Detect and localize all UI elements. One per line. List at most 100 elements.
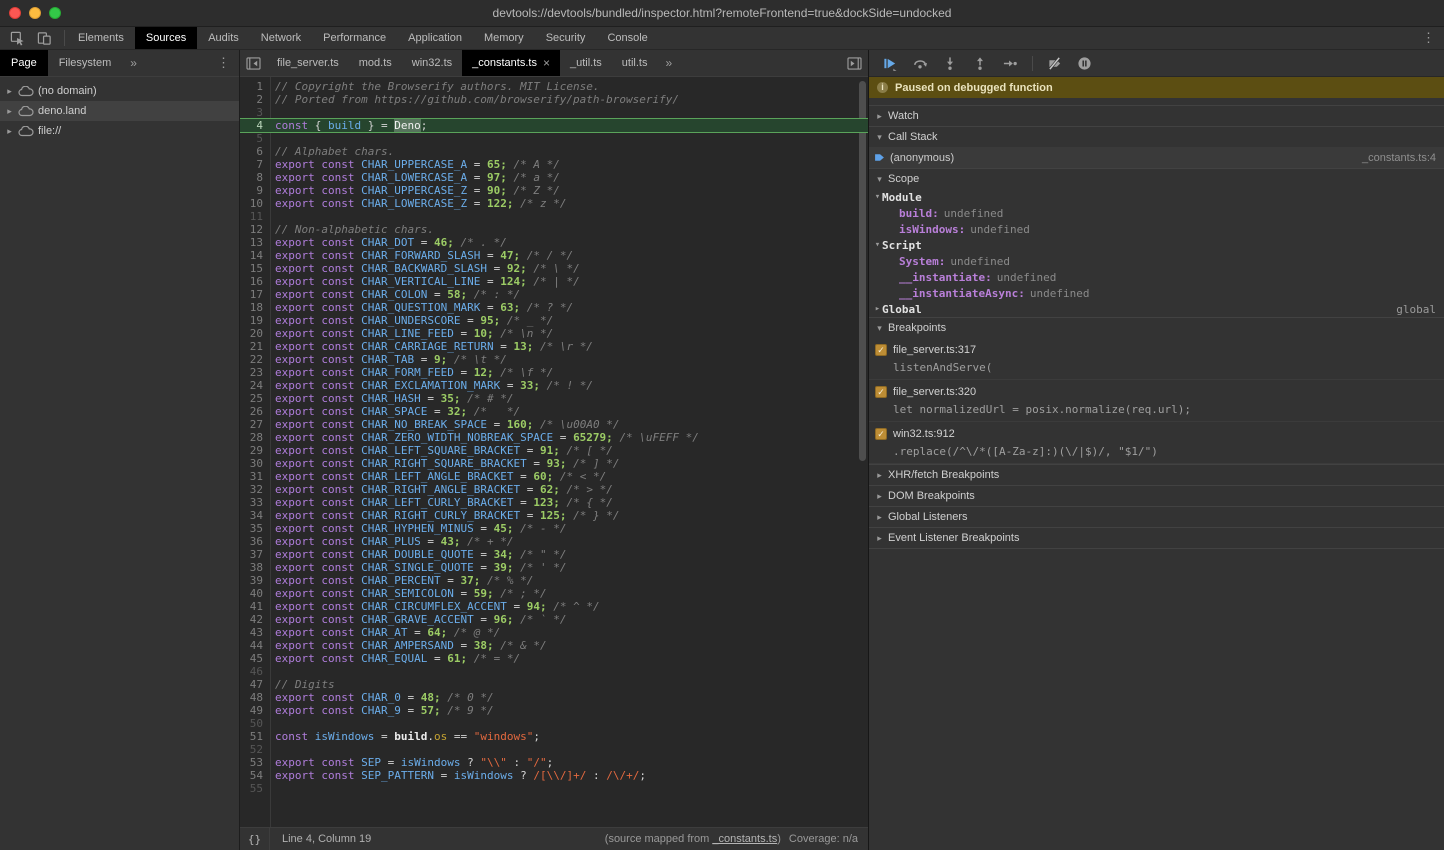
- callstack-frame[interactable]: (anonymous)_constants.ts:4: [869, 147, 1444, 168]
- code-editor[interactable]: 1// Copyright the Browserify authors. MI…: [240, 77, 868, 827]
- line-number[interactable]: 46: [240, 665, 270, 678]
- scope-var-iswindows[interactable]: isWindows:undefined: [869, 221, 1444, 237]
- file-tab-util-ts[interactable]: _util.ts: [560, 50, 612, 76]
- line-number[interactable]: 41: [240, 600, 270, 613]
- section-header-event-listener-breakpoints[interactable]: ▸Event Listener Breakpoints: [869, 527, 1444, 548]
- device-toolbar-icon[interactable]: [37, 31, 52, 46]
- more-options-icon[interactable]: ⋮: [1413, 27, 1444, 49]
- line-number[interactable]: 7: [240, 158, 270, 171]
- close-window-button[interactable]: [9, 7, 21, 19]
- line-number[interactable]: 12: [240, 223, 270, 236]
- code-line-14[interactable]: 14export const CHAR_FORWARD_SLASH = 47; …: [240, 249, 868, 262]
- line-number[interactable]: 18: [240, 301, 270, 314]
- code-line-23[interactable]: 23export const CHAR_FORM_FEED = 12; /* \…: [240, 366, 868, 379]
- code-line-44[interactable]: 44export const CHAR_AMPERSAND = 38; /* &…: [240, 639, 868, 652]
- code-line-54[interactable]: 54export const SEP_PATTERN = isWindows ?…: [240, 769, 868, 782]
- tab-network[interactable]: Network: [250, 27, 312, 49]
- line-number[interactable]: 47: [240, 678, 270, 691]
- code-line-42[interactable]: 42export const CHAR_GRAVE_ACCENT = 96; /…: [240, 613, 868, 626]
- line-number[interactable]: 28: [240, 431, 270, 444]
- line-number[interactable]: 31: [240, 470, 270, 483]
- tab-memory[interactable]: Memory: [473, 27, 535, 49]
- line-number[interactable]: 1: [240, 80, 270, 93]
- pretty-print-icon[interactable]: {}: [240, 828, 270, 850]
- code-line-39[interactable]: 39export const CHAR_PERCENT = 37; /* % *…: [240, 574, 868, 587]
- line-number[interactable]: 45: [240, 652, 270, 665]
- line-number[interactable]: 11: [240, 210, 270, 223]
- line-number[interactable]: 25: [240, 392, 270, 405]
- resume-icon[interactable]: [882, 56, 898, 71]
- code-line-41[interactable]: 41export const CHAR_CIRCUMFLEX_ACCENT = …: [240, 600, 868, 613]
- show-debugger-sidebar-icon[interactable]: [841, 50, 868, 76]
- code-line-17[interactable]: 17export const CHAR_COLON = 58; /* : */: [240, 288, 868, 301]
- tree-item-file[interactable]: ▸file://: [0, 121, 239, 141]
- code-line-46[interactable]: 46: [240, 665, 868, 678]
- line-number[interactable]: 42: [240, 613, 270, 626]
- code-line-2[interactable]: 2// Ported from https://github.com/brows…: [240, 93, 868, 106]
- navigator-tab-filesystem[interactable]: Filesystem: [48, 50, 123, 76]
- line-number[interactable]: 43: [240, 626, 270, 639]
- line-number[interactable]: 52: [240, 743, 270, 756]
- code-line-35[interactable]: 35export const CHAR_HYPHEN_MINUS = 45; /…: [240, 522, 868, 535]
- code-line-25[interactable]: 25export const CHAR_HASH = 35; /* # */: [240, 392, 868, 405]
- line-number[interactable]: 34: [240, 509, 270, 522]
- line-number[interactable]: 44: [240, 639, 270, 652]
- code-line-20[interactable]: 20export const CHAR_LINE_FEED = 10; /* \…: [240, 327, 868, 340]
- line-number[interactable]: 3: [240, 106, 270, 119]
- code-line-30[interactable]: 30export const CHAR_RIGHT_SQUARE_BRACKET…: [240, 457, 868, 470]
- scope-module[interactable]: ▾Module: [869, 189, 1444, 205]
- line-number[interactable]: 51: [240, 730, 270, 743]
- section-header-breakpoints[interactable]: ▾Breakpoints: [869, 317, 1444, 338]
- scope-var-instantiate[interactable]: __instantiate:undefined: [869, 269, 1444, 285]
- code-line-52[interactable]: 52: [240, 743, 868, 756]
- code-line-26[interactable]: 26export const CHAR_SPACE = 32; /* */: [240, 405, 868, 418]
- scope-var-build[interactable]: build:undefined: [869, 205, 1444, 221]
- step-icon[interactable]: [1002, 56, 1018, 71]
- code-line-31[interactable]: 31export const CHAR_LEFT_ANGLE_BRACKET =…: [240, 470, 868, 483]
- line-number[interactable]: 49: [240, 704, 270, 717]
- code-line-28[interactable]: 28export const CHAR_ZERO_WIDTH_NOBREAK_S…: [240, 431, 868, 444]
- code-line-21[interactable]: 21export const CHAR_CARRIAGE_RETURN = 13…: [240, 340, 868, 353]
- code-line-13[interactable]: 13export const CHAR_DOT = 46; /* . */: [240, 236, 868, 249]
- code-line-49[interactable]: 49export const CHAR_9 = 57; /* 9 */: [240, 704, 868, 717]
- scope-var-system[interactable]: System:undefined: [869, 253, 1444, 269]
- minimize-window-button[interactable]: [29, 7, 41, 19]
- file-tab-constants-ts[interactable]: _constants.ts×: [462, 50, 560, 76]
- code-line-55[interactable]: 55: [240, 782, 868, 795]
- scope-var-instantiateasync[interactable]: __instantiateAsync:undefined: [869, 285, 1444, 301]
- code-line-50[interactable]: 50: [240, 717, 868, 730]
- tab-console[interactable]: Console: [596, 27, 658, 49]
- line-number[interactable]: 6: [240, 145, 270, 158]
- line-number[interactable]: 9: [240, 184, 270, 197]
- code-line-36[interactable]: 36export const CHAR_PLUS = 43; /* + */: [240, 535, 868, 548]
- code-line-16[interactable]: 16export const CHAR_VERTICAL_LINE = 124;…: [240, 275, 868, 288]
- source-mapped-link[interactable]: _constants.ts: [712, 833, 777, 845]
- deactivate-breakpoints-icon[interactable]: [1047, 56, 1063, 71]
- zoom-window-button[interactable]: [49, 7, 61, 19]
- code-line-3[interactable]: 3: [240, 106, 868, 119]
- code-line-53[interactable]: 53export const SEP = isWindows ? "\\" : …: [240, 756, 868, 769]
- code-line-32[interactable]: 32export const CHAR_RIGHT_ANGLE_BRACKET …: [240, 483, 868, 496]
- line-number[interactable]: 26: [240, 405, 270, 418]
- navigator-tab-page[interactable]: Page: [0, 50, 48, 76]
- line-number[interactable]: 2: [240, 93, 270, 106]
- line-number[interactable]: 8: [240, 171, 270, 184]
- section-header-watch[interactable]: ▸Watch: [869, 105, 1444, 126]
- scope-global[interactable]: ▸Globalglobal: [869, 301, 1444, 317]
- file-tab-file-server-ts[interactable]: file_server.ts: [267, 50, 349, 76]
- code-line-33[interactable]: 33export const CHAR_LEFT_CURLY_BRACKET =…: [240, 496, 868, 509]
- line-number[interactable]: 5: [240, 132, 270, 145]
- tree-item-no-domain[interactable]: ▸(no domain): [0, 81, 239, 101]
- tab-security[interactable]: Security: [535, 27, 597, 49]
- code-line-40[interactable]: 40export const CHAR_SEMICOLON = 59; /* ;…: [240, 587, 868, 600]
- code-line-34[interactable]: 34export const CHAR_RIGHT_CURLY_BRACKET …: [240, 509, 868, 522]
- line-number[interactable]: 23: [240, 366, 270, 379]
- line-number[interactable]: 10: [240, 197, 270, 210]
- line-number[interactable]: 22: [240, 353, 270, 366]
- code-line-1[interactable]: 1// Copyright the Browserify authors. MI…: [240, 80, 868, 93]
- code-line-27[interactable]: 27export const CHAR_NO_BREAK_SPACE = 160…: [240, 418, 868, 431]
- code-line-10[interactable]: 10export const CHAR_LOWERCASE_Z = 122; /…: [240, 197, 868, 210]
- file-tab-mod-ts[interactable]: mod.ts: [349, 50, 402, 76]
- breakpoint-checkbox[interactable]: ✓: [875, 428, 887, 440]
- code-line-6[interactable]: 6// Alphabet chars.: [240, 145, 868, 158]
